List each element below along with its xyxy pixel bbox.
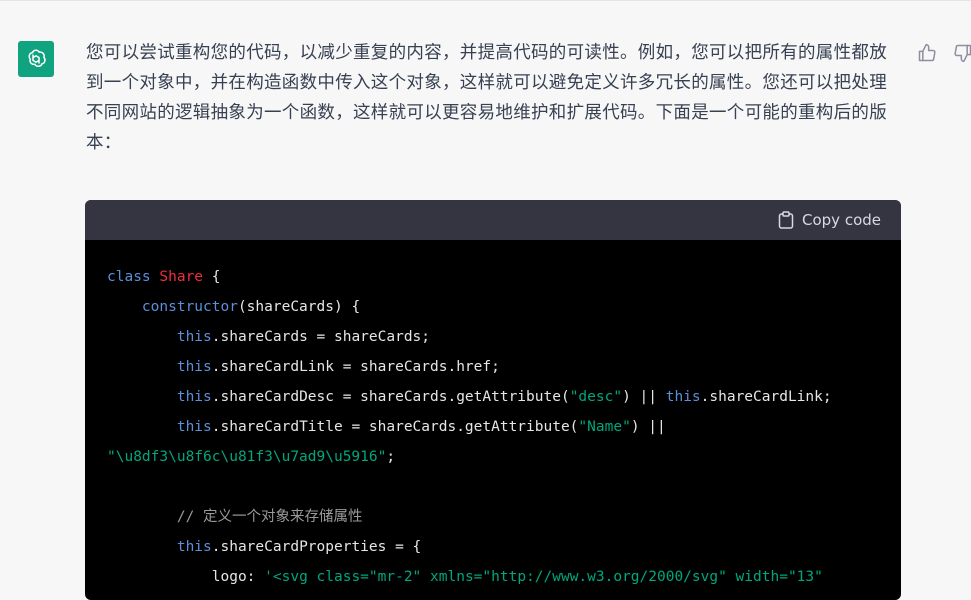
code-string: "desc" xyxy=(569,389,623,405)
code-line: this.shareCardTitle = shareCards.getAttr… xyxy=(107,412,879,442)
code-line: class Share { xyxy=(107,262,879,292)
code-string: '<svg class="mr-2" xmlns="http://www.w3.… xyxy=(264,569,823,585)
code-keyword: class xyxy=(107,269,151,285)
code-text: ) || xyxy=(622,389,666,405)
code-text: .shareCards = shareCards; xyxy=(211,329,431,345)
code-text: .shareCardLink = shareCards.href; xyxy=(211,359,500,375)
code-string: "Name" xyxy=(578,419,631,435)
clipboard-icon xyxy=(778,211,794,229)
code-keyword: this xyxy=(665,389,701,405)
code-text: { xyxy=(203,269,221,285)
code-line: this.shareCardLink = shareCards.href; xyxy=(107,352,879,382)
code-text: .shareCardLink; xyxy=(700,389,832,405)
code-text: .shareCardProperties = { xyxy=(211,539,422,555)
assistant-message-row: 您可以尝试重构您的代码，以减少重复的内容，并提高代码的可读性。例如，您可以把所有… xyxy=(0,6,971,600)
thumbs-down-icon xyxy=(954,44,971,63)
code-line: // 定义一个对象来存储属性 xyxy=(107,502,879,532)
code-line: "\u8df3\u8f6c\u81f3\u7ad9\u5916"; xyxy=(107,442,879,472)
assistant-message-text: 您可以尝试重构您的代码，以减少重复的内容，并提高代码的可读性。例如，您可以把所有… xyxy=(86,43,887,153)
code-line: this.shareCards = shareCards; xyxy=(107,322,879,352)
code-text: logo: xyxy=(211,569,265,585)
code-block-header: Copy code xyxy=(85,200,901,240)
code-text: ; xyxy=(386,449,396,465)
code-text: .shareCardTitle = shareCards.getAttribut… xyxy=(211,419,579,435)
code-keyword: this xyxy=(176,359,212,375)
feedback-buttons xyxy=(916,42,971,64)
code-line: this.shareCardDesc = shareCards.getAttri… xyxy=(107,382,879,412)
thumbs-up-button[interactable] xyxy=(916,42,938,64)
code-text: .shareCardDesc = shareCards.getAttribute… xyxy=(211,389,570,405)
code-keyword: this xyxy=(176,329,212,345)
code-text: (shareCards) { xyxy=(237,299,361,315)
code-block: Copy code class Share { constructor(shar… xyxy=(85,200,901,600)
code-function: constructor xyxy=(141,299,238,315)
code-class-name: Share xyxy=(159,269,204,285)
code-comment: // 定义一个对象来存储属性 xyxy=(176,509,363,525)
code-keyword: this xyxy=(176,419,212,435)
code-keyword: this xyxy=(176,389,212,405)
copy-code-button[interactable]: Copy code xyxy=(778,211,881,229)
code-line: this.shareCardProperties = { xyxy=(107,532,879,562)
code-string: "\u8df3\u8f6c\u81f3\u7ad9\u5916" xyxy=(107,449,387,465)
openai-logo-icon xyxy=(18,41,54,77)
code-text: ) || xyxy=(630,419,666,435)
copy-code-label: Copy code xyxy=(802,211,881,229)
code-line: logo: '<svg class="mr-2" xmlns="http://w… xyxy=(107,562,879,592)
thumbs-up-icon xyxy=(918,43,936,62)
thumbs-down-button[interactable] xyxy=(952,42,971,64)
code-keyword: this xyxy=(176,539,212,555)
code-content: class Share { constructor(shareCards) { … xyxy=(85,240,901,592)
code-line: constructor(shareCards) { xyxy=(107,292,879,322)
